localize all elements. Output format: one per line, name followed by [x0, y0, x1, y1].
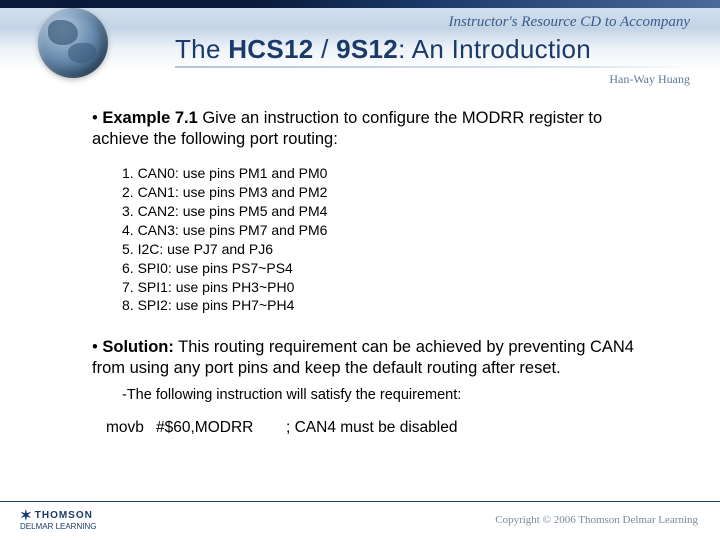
title-pre: The: [175, 34, 228, 64]
solution-note: -The following instruction will satisfy …: [122, 386, 647, 405]
routing-list: 1. CAN0: use pins PM1 and PM0 2. CAN1: u…: [122, 164, 647, 315]
bullet: •: [92, 338, 102, 356]
slide-header: Instructor's Resource CD to Accompany Th…: [0, 0, 720, 95]
example-intro: • Example 7.1 Give an instruction to con…: [92, 108, 647, 150]
solution-text: This routing requirement can be achieved…: [92, 338, 634, 377]
title-mid: /: [314, 34, 337, 64]
footer-sub: DELMAR LEARNING: [20, 522, 96, 531]
bullet: •: [92, 109, 102, 127]
list-item: 2. CAN1: use pins PM3 and PM2: [122, 183, 647, 202]
title-bold1: HCS12: [228, 34, 313, 64]
list-item: 8. SPI2: use pins PH7~PH4: [122, 296, 647, 315]
footer-copyright: Copyright © 2006 Thomson Delmar Learning: [495, 514, 698, 526]
header-underline: [175, 66, 690, 68]
list-item: 5. I2C: use PJ7 and PJ6: [122, 240, 647, 259]
list-item: 1. CAN0: use pins PM1 and PM0: [122, 164, 647, 183]
globe-icon: [38, 8, 108, 78]
header-tagline: Instructor's Resource CD to Accompany: [448, 14, 690, 31]
list-item: 7. SPI1: use pins PH3~PH0: [122, 278, 647, 297]
star-icon: ✶: [20, 508, 33, 523]
list-item: 4. CAN3: use pins PM7 and PM6: [122, 221, 647, 240]
list-item: 3. CAN2: use pins PM5 and PM4: [122, 202, 647, 221]
title-post: : An Introduction: [398, 34, 591, 64]
header-author: Han-Way Huang: [609, 72, 690, 87]
header-stripe: [0, 0, 720, 8]
list-item: 6. SPI0: use pins PS7~PS4: [122, 259, 647, 278]
slide-footer: ✶THOMSON DELMAR LEARNING Copyright © 200…: [0, 495, 720, 540]
footer-brand: THOMSON: [35, 510, 93, 521]
example-label: Example 7.1: [102, 109, 197, 127]
solution-label: Solution:: [102, 338, 173, 356]
code-line: movb#$60,MODRR; CAN4 must be disabled: [106, 418, 647, 438]
title-bold2: 9S12: [336, 34, 398, 64]
footer-rule: [0, 501, 720, 503]
code-comment: ; CAN4 must be disabled: [286, 419, 457, 436]
publisher-logo: ✶THOMSON DELMAR LEARNING: [20, 508, 96, 532]
slide-content: • Example 7.1 Give an instruction to con…: [92, 108, 647, 438]
header-title: The HCS12 / 9S12: An Introduction: [175, 34, 591, 65]
code-arg: #$60,MODRR: [156, 418, 286, 438]
code-op: movb: [106, 418, 156, 438]
solution-block: • Solution: This routing requirement can…: [92, 337, 647, 379]
